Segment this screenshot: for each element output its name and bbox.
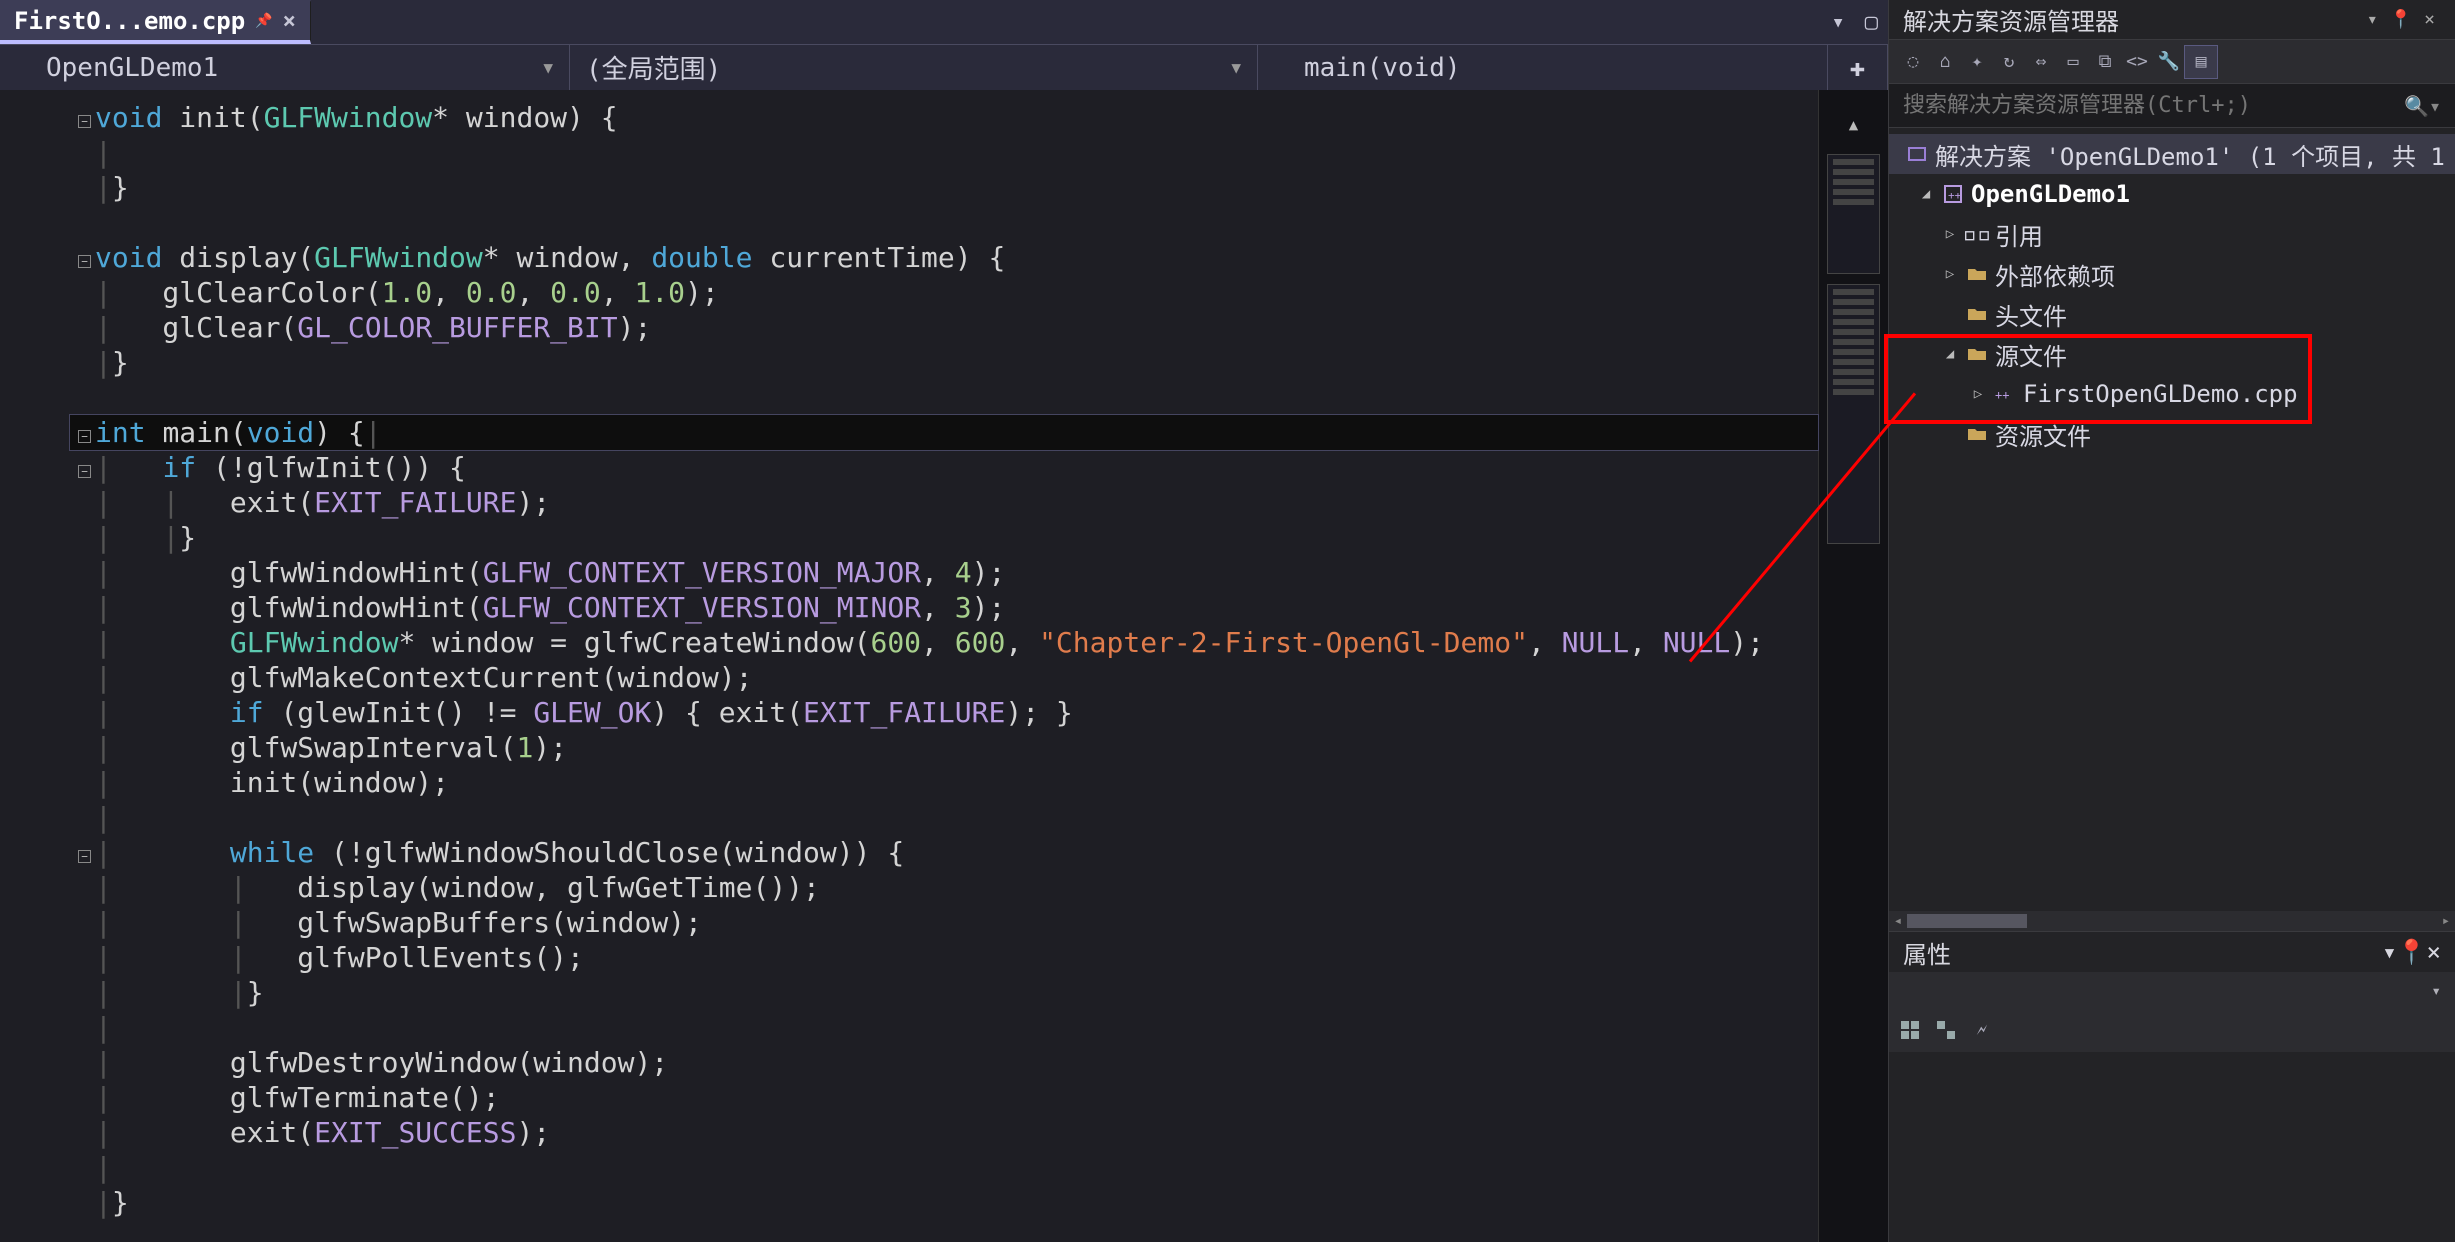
svg-text:++: ++ [1995,388,2009,402]
sources-node[interactable]: ◢ 源文件 [1889,334,2455,374]
tb-wrench-icon[interactable]: 🔧 [2153,46,2185,78]
code-editor[interactable]: −void init(GLFWwindow* window) {||}−void… [70,90,1818,1242]
properties-body [1889,1052,2455,1242]
pane-dropdown-icon[interactable]: ▾ [2361,9,2384,30]
properties-title: 属性 ▾ 📍 × [1889,932,2455,972]
expander-icon[interactable]: ◢ [1941,346,1959,362]
tb-home-icon[interactable]: ⌂ [1929,46,1961,78]
pane-close-icon[interactable]: × [2418,9,2441,30]
nav-project-label: OpenGLDemo1 [46,53,218,83]
resources-node[interactable]: 资源文件 [1889,414,2455,454]
minimap[interactable]: ▴ [1818,90,1888,1242]
expander-icon[interactable]: ▷ [1941,266,1959,282]
minimap-up-icon[interactable]: ▴ [1827,110,1880,144]
source-file-node[interactable]: ▷ ++ FirstOpenGLDemo.cpp [1889,374,2455,414]
references-node[interactable]: ▷ ▫▫ 引用 [1889,214,2455,254]
properties-selector[interactable]: ▾ [1889,972,2455,1008]
nav-scope-label: (全局范围) [586,49,721,86]
project-icon: ++ [1941,184,1965,204]
nav-project[interactable]: OpenGLDemo1 ▼ [0,45,570,90]
tb-code-icon[interactable]: <> [2121,46,2153,78]
pane-pin-icon[interactable]: 📍 [2384,9,2418,30]
expander-icon[interactable]: ▷ [1969,386,1987,402]
solution-tree: 解决方案 'OpenGLDemo1' (1 个项目, 共 1 ◢ ++ Open… [1889,128,2455,911]
folder-icon [1965,306,1989,322]
folder-icon [1965,426,1989,442]
solution-search[interactable]: 🔍▾ [1889,84,2455,128]
close-icon[interactable]: × [283,9,296,34]
nav-function-label: main(void) [1304,53,1461,83]
external-deps-node[interactable]: ▷ 外部依赖项 [1889,254,2455,294]
solution-search-input[interactable] [1903,93,2396,118]
expander-icon[interactable]: ◢ [1917,186,1935,202]
tb-showall-icon[interactable]: ▭ [2057,46,2089,78]
folder-icon [1965,266,1989,282]
references-icon: ▫▫ [1965,220,1989,248]
pane-dropdown-icon[interactable]: ▾ [2382,938,2396,966]
active-tab[interactable]: FirstO...emo.cpp 📌 × [0,0,311,44]
folder-icon [1965,346,1989,362]
code-nav-bar: OpenGLDemo1 ▼ (全局范围) ▼ main(void) ▼ ✚ [0,44,1888,90]
nav-add-icon[interactable]: ✚ [1828,45,1888,90]
svg-text:++: ++ [1948,189,1962,202]
pin-icon[interactable]: 📌 [255,13,272,29]
cpp-file-icon: ++ [1993,384,2017,404]
tb-collapse-icon[interactable]: ⇔ [2025,46,2057,78]
tb-sync-icon[interactable]: ✦ [1961,46,1993,78]
tab-label: FirstO...emo.cpp [14,7,245,35]
prop-cat-icon[interactable] [1895,1015,1925,1045]
solution-toolbar: ◌ ⌂ ✦ ↻ ⇔ ▭ ⧉ <> 🔧 ▤ [1889,40,2455,84]
pane-pin-icon[interactable]: 📍 [2397,938,2427,966]
tb-back-icon[interactable]: ◌ [1897,46,1929,78]
project-node[interactable]: ◢ ++ OpenGLDemo1 [1889,174,2455,214]
tab-strip: FirstO...emo.cpp 📌 × ▾ ▢ [0,0,1888,44]
search-icon[interactable]: 🔍▾ [2396,94,2441,118]
window-max-icon[interactable]: ▢ [1855,10,1888,35]
nav-scope[interactable]: (全局范围) ▼ [570,45,1258,90]
headers-node[interactable]: 头文件 [1889,294,2455,334]
prop-events-icon[interactable]: 🗲 [1967,1015,1997,1045]
tb-filter-icon[interactable]: ▤ [2185,46,2217,78]
tb-refresh-icon[interactable]: ↻ [1993,46,2025,78]
prop-az-icon[interactable] [1931,1015,1961,1045]
window-dropdown-icon[interactable]: ▾ [1822,10,1855,35]
solution-node[interactable]: 解决方案 'OpenGLDemo1' (1 个项目, 共 1 [1889,134,2455,174]
nav-function[interactable]: main(void) ▼ [1258,45,1828,90]
solution-icon [1905,144,1929,164]
pane-close-icon[interactable]: × [2427,938,2441,966]
expander-icon[interactable]: ▷ [1941,226,1959,242]
gutter [0,90,70,1242]
tree-hscroll[interactable]: ◂▸ [1889,911,2455,931]
properties-toolbar: 🗲 [1889,1008,2455,1052]
solution-explorer-title: 解决方案资源管理器 ▾ 📍 × [1889,0,2455,40]
tb-copy-icon[interactable]: ⧉ [2089,46,2121,78]
